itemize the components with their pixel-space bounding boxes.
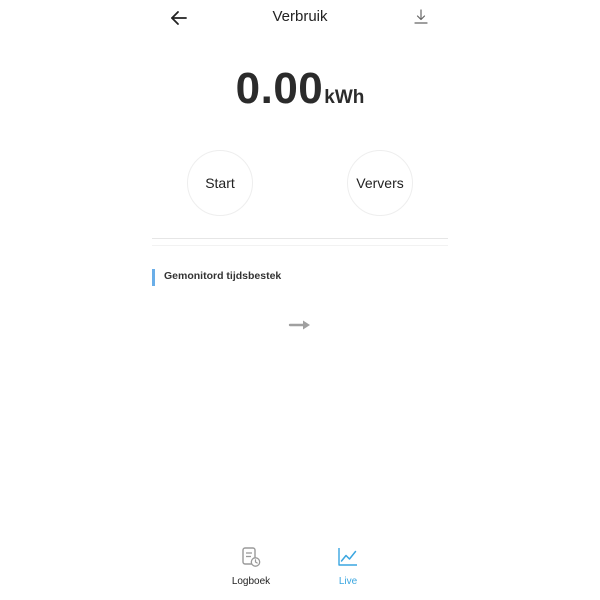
arrow-right-icon[interactable] <box>288 318 312 330</box>
divider <box>152 238 448 239</box>
app-view: Verbruik 0.00kWh Start Ververs Gemonitor… <box>150 0 450 600</box>
section-accent-bar <box>152 269 155 286</box>
energy-readout: 0.00kWh <box>150 64 450 114</box>
download-button[interactable] <box>413 8 429 26</box>
download-icon <box>414 9 428 24</box>
tab-live-label: Live <box>338 576 358 587</box>
divider <box>152 245 448 246</box>
header: Verbruik <box>150 0 450 36</box>
section-title: Gemonitord tijdsbestek <box>164 270 282 282</box>
screen: Verbruik 0.00kWh Start Ververs Gemonitor… <box>0 0 600 600</box>
tab-logbook[interactable]: Logboek <box>221 546 281 596</box>
start-button[interactable]: Start <box>187 150 253 216</box>
refresh-button[interactable]: Ververs <box>347 150 413 216</box>
line-chart-icon <box>338 548 357 566</box>
energy-value: 0.00 <box>235 64 324 113</box>
energy-unit: kWh <box>324 87 365 108</box>
tab-logbook-label: Logboek <box>231 576 271 587</box>
tab-live[interactable]: Live <box>318 546 378 596</box>
page-title: Verbruik <box>272 8 328 25</box>
logbook-icon <box>242 547 261 567</box>
